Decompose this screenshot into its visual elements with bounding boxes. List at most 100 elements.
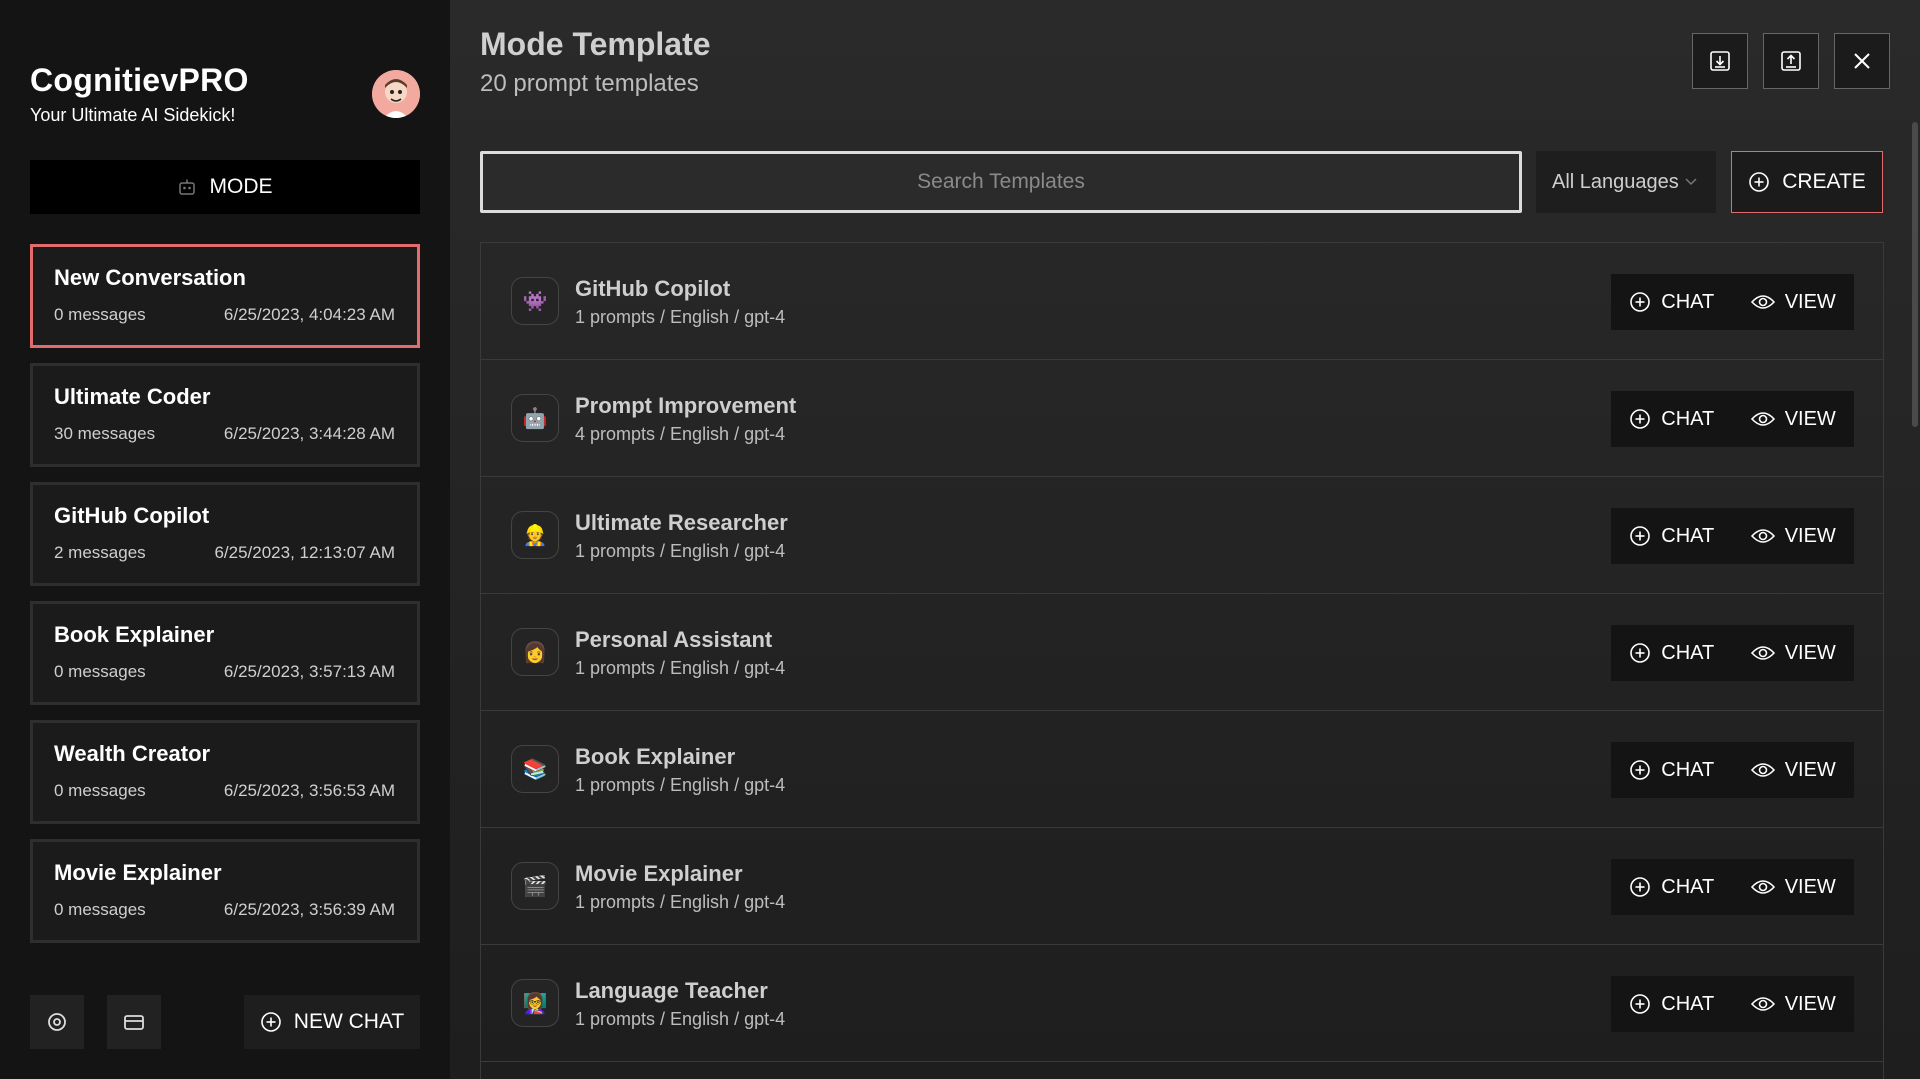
import-button[interactable] [1692, 33, 1748, 89]
eye-icon [1750, 646, 1775, 660]
language-select[interactable]: All Languages [1536, 151, 1716, 213]
chat-label: CHAT [1661, 641, 1715, 664]
chat-button[interactable]: CHAT [1611, 742, 1733, 798]
conversation-item[interactable]: Wealth Creator 0 messages 6/25/2023, 3:56… [30, 720, 420, 824]
view-label: VIEW [1784, 758, 1836, 781]
view-button[interactable]: VIEW [1733, 976, 1855, 1032]
create-label: CREATE [1782, 170, 1866, 193]
conversation-date: 6/25/2023, 3:57:13 AM [223, 662, 395, 681]
conversation-item[interactable]: New Conversation 0 messages 6/25/2023, 4:… [30, 244, 420, 348]
conversation-date: 6/25/2023, 12:13:07 AM [214, 543, 395, 562]
mode-button[interactable]: MODE [30, 160, 420, 214]
template-name: GitHub Copilot [575, 276, 731, 301]
template-icon: 🤖 [511, 394, 559, 442]
view-button[interactable]: VIEW [1733, 391, 1855, 447]
avatar-face-icon [372, 70, 420, 118]
chevron-down-icon [1685, 178, 1697, 186]
close-button[interactable] [1834, 33, 1890, 89]
template-meta: 1 prompts / English / gpt-4 [575, 541, 786, 561]
conversation-title: GitHub Copilot [54, 503, 210, 528]
plus-circle-icon [1630, 292, 1651, 312]
template-actions: CHAT VIEW [1611, 742, 1854, 798]
view-button[interactable]: VIEW [1733, 859, 1855, 915]
chat-label: CHAT [1661, 758, 1715, 781]
template-row: 📚 Book Explainer 1 prompts / English / g… [481, 711, 1883, 828]
view-button[interactable]: VIEW [1733, 508, 1855, 564]
language-select-value: All Languages [1552, 170, 1679, 193]
view-button[interactable]: VIEW [1733, 625, 1855, 681]
view-button[interactable]: VIEW [1733, 742, 1855, 798]
conversation-title: Book Explainer [54, 622, 215, 647]
template-name: Book Explainer [575, 744, 736, 769]
view-label: VIEW [1784, 290, 1836, 313]
chat-label: CHAT [1661, 290, 1715, 313]
conversation-message-count: 30 messages [54, 424, 156, 443]
plus-circle-icon [1630, 409, 1651, 429]
chat-button[interactable]: CHAT [1611, 391, 1733, 447]
avatar[interactable] [372, 70, 420, 118]
conversation-title: New Conversation [54, 265, 246, 290]
download-icon [1710, 51, 1730, 71]
conversation-date: 6/25/2023, 3:56:53 AM [223, 781, 395, 800]
plus-circle-icon [1630, 760, 1651, 780]
chat-label: CHAT [1661, 992, 1715, 1015]
view-label: VIEW [1784, 524, 1836, 547]
template-actions: CHAT VIEW [1611, 274, 1854, 330]
conversation-title: Ultimate Coder [54, 384, 211, 409]
conversation-item[interactable]: Movie Explainer 0 messages 6/25/2023, 3:5… [30, 839, 420, 943]
template-icon: 👩‍🏫 [511, 979, 559, 1027]
plus-circle-icon [1749, 172, 1769, 192]
eye-icon [1750, 529, 1775, 543]
chat-label: CHAT [1661, 407, 1715, 430]
close-icon [1854, 53, 1870, 69]
brand-subtitle: Your Ultimate AI Sidekick! [30, 105, 236, 125]
template-name: Personal Assistant [575, 627, 773, 652]
conversation-item[interactable]: Book Explainer 0 messages 6/25/2023, 3:57… [30, 601, 420, 705]
settings-icon [48, 1013, 66, 1031]
template-count: 20 prompt templates [480, 70, 699, 97]
chat-label: CHAT [1661, 875, 1715, 898]
conversation-message-count: 2 messages [54, 543, 146, 562]
template-meta: 1 prompts / English / gpt-4 [575, 1009, 786, 1029]
plus-circle-icon [260, 1012, 281, 1032]
conversation-item[interactable]: GitHub Copilot 2 messages 6/25/2023, 12:1… [30, 482, 420, 586]
template-meta: 1 prompts / English / gpt-4 [575, 892, 786, 912]
robot-icon [178, 178, 196, 196]
settings-button[interactable] [30, 995, 84, 1049]
view-label: VIEW [1784, 641, 1836, 664]
view-button[interactable]: VIEW [1733, 274, 1855, 330]
search-input[interactable] [480, 151, 1522, 213]
template-icon: 👷 [511, 511, 559, 559]
page-title: Mode Template [480, 26, 711, 62]
create-template-button[interactable]: CREATE [1731, 151, 1883, 213]
new-chat-label: NEW CHAT [293, 1010, 405, 1033]
template-row: 👷 Ultimate Researcher 1 prompts / Englis… [481, 477, 1883, 594]
eye-icon [1750, 997, 1775, 1011]
template-icon: 🎬 [511, 862, 559, 910]
template-meta: 4 prompts / English / gpt-4 [575, 424, 786, 444]
template-actions: CHAT VIEW [1611, 859, 1854, 915]
template-meta: 1 prompts / English / gpt-4 [575, 307, 786, 327]
template-name: Movie Explainer [575, 861, 743, 886]
sidebar-footer: NEW CHAT [30, 995, 420, 1049]
brand: CognitievPRO Your Ultimate AI Sidekick! [30, 62, 249, 126]
export-button[interactable] [1763, 33, 1819, 89]
template-icon: 👾 [511, 277, 559, 325]
template-row: 🎬 Movie Explainer 1 prompts / English / … [481, 828, 1883, 945]
conversation-item[interactable]: Ultimate Coder 30 messages 6/25/2023, 3:4… [30, 363, 420, 467]
view-label: VIEW [1784, 992, 1836, 1015]
scrollbar[interactable] [1912, 122, 1918, 427]
template-row: 👩‍🏫 Language Teacher 1 prompts / English… [481, 945, 1883, 1062]
chat-button[interactable]: CHAT [1611, 508, 1733, 564]
wallet-button[interactable] [107, 995, 161, 1049]
conversation-date: 6/25/2023, 3:44:28 AM [223, 424, 395, 443]
new-chat-button[interactable]: NEW CHAT [244, 995, 420, 1049]
chat-button[interactable]: CHAT [1611, 976, 1733, 1032]
upload-icon [1781, 51, 1801, 71]
template-actions: CHAT VIEW [1611, 508, 1854, 564]
chat-button[interactable]: CHAT [1611, 859, 1733, 915]
chat-button[interactable]: CHAT [1611, 625, 1733, 681]
template-row: 👩 Personal Assistant 1 prompts / English… [481, 594, 1883, 711]
plus-circle-icon [1630, 526, 1651, 546]
chat-button[interactable]: CHAT [1611, 274, 1733, 330]
